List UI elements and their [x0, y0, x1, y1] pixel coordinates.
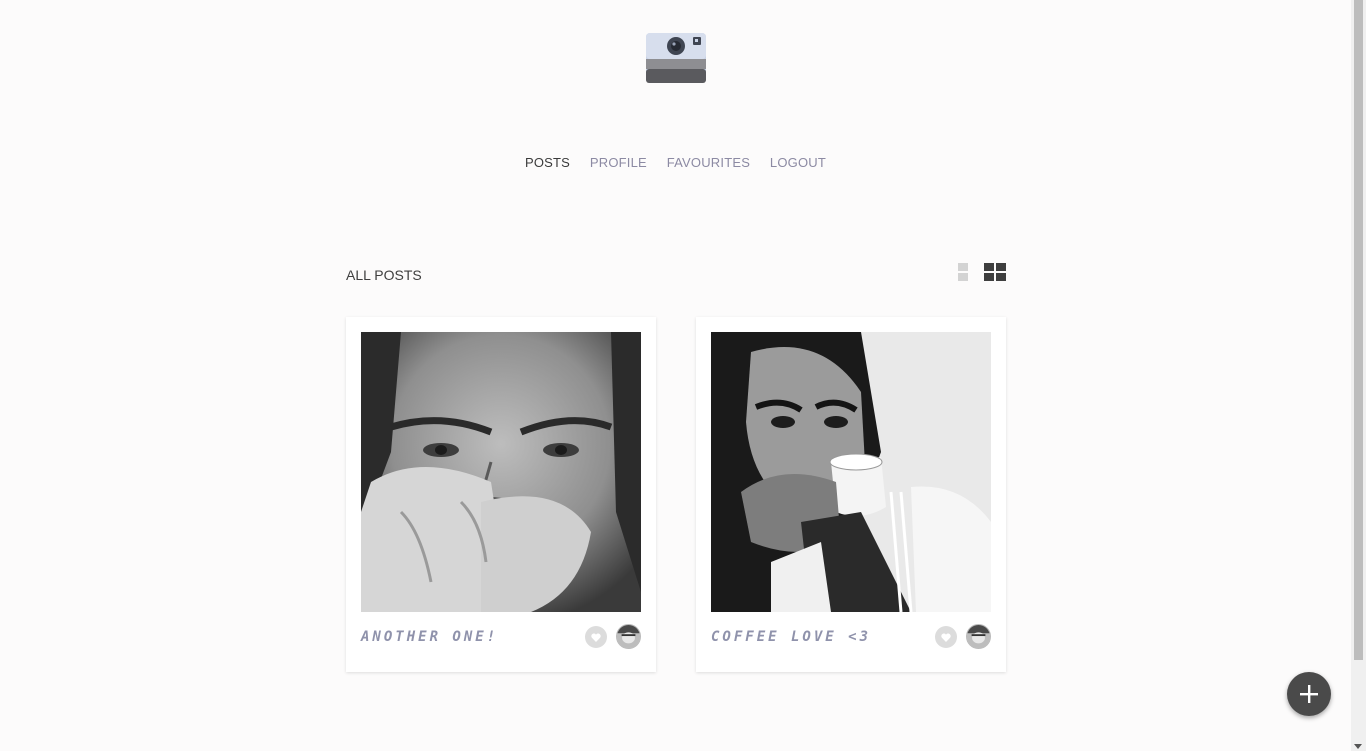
nav-item-posts[interactable]: POSTS — [525, 155, 570, 170]
main-nav: POSTS PROFILE FAVOURITES LOGOUT — [0, 155, 1351, 170]
post-card[interactable]: ANOTHER ONE! — [346, 317, 656, 672]
post-caption: COFFEE LOVE <3 — [711, 629, 872, 645]
post-photo[interactable] — [711, 332, 991, 612]
scrollbar[interactable] — [1351, 0, 1366, 751]
scroll-down-arrow-icon[interactable] — [1354, 744, 1362, 749]
add-post-button[interactable] — [1287, 672, 1331, 716]
heart-icon[interactable] — [585, 626, 607, 648]
post-card[interactable]: COFFEE LOVE <3 — [696, 317, 1006, 672]
nav-item-favourites[interactable]: FAVOURITES — [667, 155, 750, 170]
heart-icon[interactable] — [935, 626, 957, 648]
avatar[interactable] — [966, 624, 991, 649]
section-title: ALL POSTS — [346, 267, 422, 283]
page: POSTS PROFILE FAVOURITES LOGOUT ALL POST… — [0, 0, 1351, 751]
list-view-icon[interactable] — [958, 263, 968, 281]
post-photo[interactable] — [361, 332, 641, 612]
avatar[interactable] — [616, 624, 641, 649]
nav-item-profile[interactable]: PROFILE — [590, 155, 647, 170]
grid-view-icon[interactable] — [984, 263, 1006, 281]
plus-icon — [1300, 685, 1318, 703]
nav-item-logout[interactable]: LOGOUT — [770, 155, 826, 170]
scrollbar-thumb[interactable] — [1354, 0, 1363, 660]
camera-icon — [646, 33, 706, 83]
post-caption: ANOTHER ONE! — [361, 629, 499, 645]
